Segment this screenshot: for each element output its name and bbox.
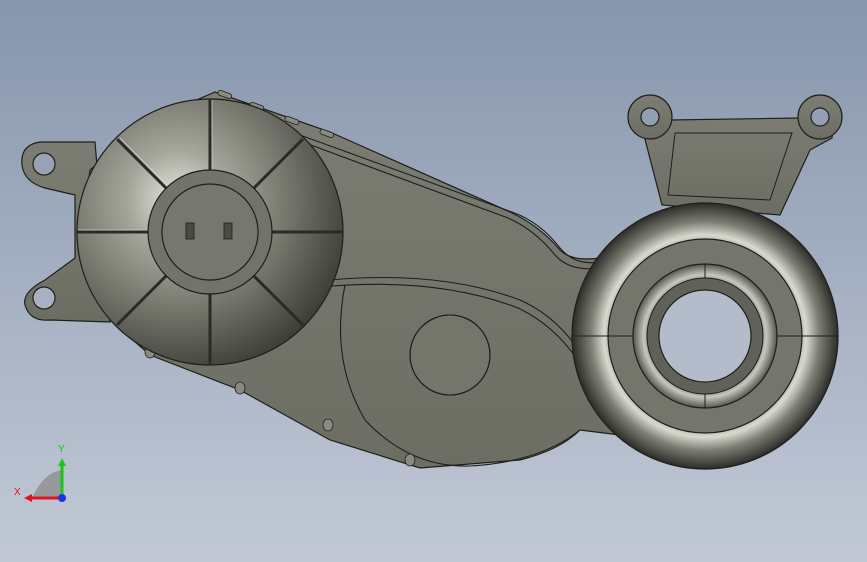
left-dome-cover[interactable] — [76, 98, 344, 366]
z-axis-dot — [58, 494, 66, 502]
right-bearing-housing[interactable] — [571, 202, 839, 470]
orientation-triad[interactable]: X Y — [10, 440, 80, 510]
left-slot — [185, 222, 195, 240]
x-axis-label: X — [14, 487, 21, 498]
gear-housing-model[interactable] — [0, 0, 867, 562]
right-slot — [223, 222, 233, 240]
y-axis-label: Y — [58, 444, 65, 455]
bore-hole — [658, 289, 752, 383]
y-axis-head — [58, 458, 66, 466]
triad-plane — [32, 470, 62, 498]
graphics-viewport[interactable]: X Y — [0, 0, 867, 562]
x-axis-head — [24, 494, 32, 502]
